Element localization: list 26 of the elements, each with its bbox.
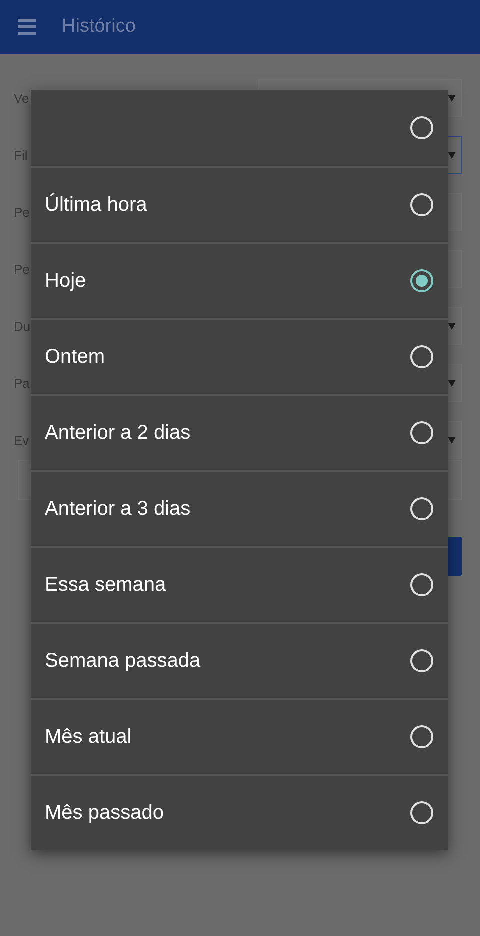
radio-button[interactable] <box>410 801 434 825</box>
option-item[interactable]: Mês passado <box>31 774 448 850</box>
radio-button[interactable] <box>410 649 434 673</box>
radio-button[interactable] <box>410 497 434 521</box>
option-item[interactable]: Mês atual <box>31 698 448 774</box>
caret-icon <box>448 322 456 330</box>
radio-button[interactable] <box>410 421 434 445</box>
option-item[interactable]: Semana passada <box>31 622 448 698</box>
option-item[interactable]: Hoje <box>31 242 448 318</box>
menu-icon[interactable] <box>18 19 36 35</box>
radio-button[interactable] <box>410 573 434 597</box>
radio-button[interactable] <box>410 269 434 293</box>
option-item[interactable]: Essa semana <box>31 546 448 622</box>
caret-icon <box>448 380 456 386</box>
option-item[interactable]: Anterior a 3 dias <box>31 470 448 546</box>
option-item[interactable]: Ontem <box>31 318 448 394</box>
caret-icon <box>448 436 456 444</box>
option-item[interactable]: Última hora <box>31 166 448 242</box>
radio-button[interactable] <box>410 345 434 369</box>
radio-button[interactable] <box>410 193 434 217</box>
option-item[interactable]: Anterior a 2 dias <box>31 394 448 470</box>
caret-icon <box>448 152 456 158</box>
radio-button[interactable] <box>410 116 434 140</box>
page-title: Histórico <box>62 16 136 38</box>
caret-icon <box>448 94 456 102</box>
radio-button[interactable] <box>410 725 434 749</box>
